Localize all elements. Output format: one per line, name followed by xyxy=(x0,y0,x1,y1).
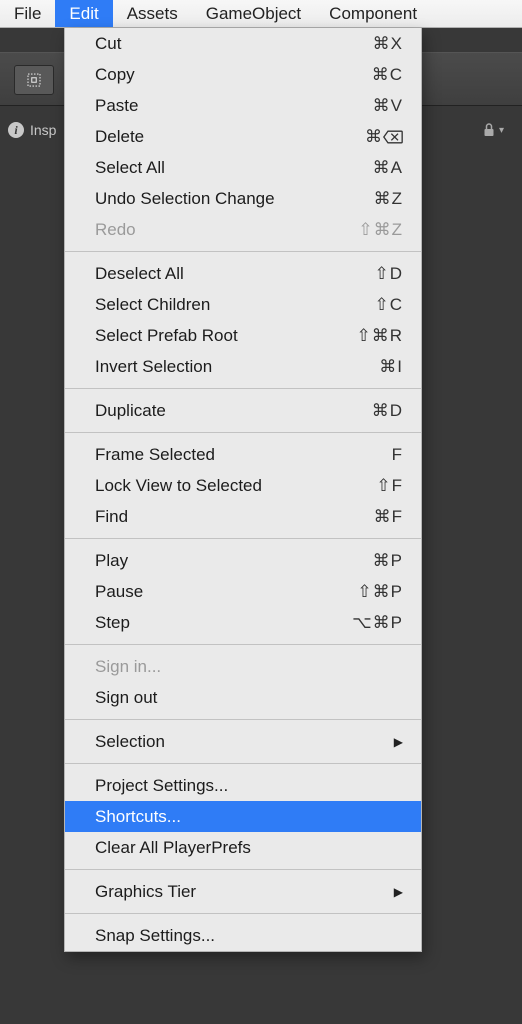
menubar-item-assets[interactable]: Assets xyxy=(113,0,192,27)
menu-item-label: Paste xyxy=(95,96,373,116)
menu-item-label: Select Prefab Root xyxy=(95,326,356,346)
menu-item-label: Find xyxy=(95,507,374,527)
menubar-item-edit[interactable]: Edit xyxy=(55,0,112,27)
menu-item-label: Copy xyxy=(95,65,372,85)
menu-item-select-prefab-root[interactable]: Select Prefab Root⇧⌘R xyxy=(65,320,421,351)
menu-item-label: Project Settings... xyxy=(95,776,403,796)
menu-item-snap-settings[interactable]: Snap Settings... xyxy=(65,920,421,951)
menu-separator xyxy=(65,538,421,539)
menu-item-frame-selected[interactable]: Frame SelectedF xyxy=(65,439,421,470)
menu-item-invert-selection[interactable]: Invert Selection⌘I xyxy=(65,351,421,382)
menu-item-project-settings[interactable]: Project Settings... xyxy=(65,770,421,801)
menu-shortcut: ⌘ xyxy=(365,127,403,147)
menu-item-label: Play xyxy=(95,551,373,571)
menu-shortcut: ⌘F xyxy=(374,507,403,527)
menu-separator xyxy=(65,251,421,252)
menu-item-label: Pause xyxy=(95,582,357,602)
menu-item-deselect-all[interactable]: Deselect All⇧D xyxy=(65,258,421,289)
menu-item-copy[interactable]: Copy⌘C xyxy=(65,59,421,90)
menu-separator xyxy=(65,432,421,433)
submenu-arrow-icon: ▶ xyxy=(394,885,403,899)
lock-icon xyxy=(483,123,495,137)
menu-separator xyxy=(65,719,421,720)
menu-item-redo: Redo⇧⌘Z xyxy=(65,214,421,245)
menu-item-step[interactable]: Step⌥⌘P xyxy=(65,607,421,638)
menu-item-label: Snap Settings... xyxy=(95,926,403,946)
menu-shortcut: ⌥⌘P xyxy=(352,613,403,633)
menu-separator xyxy=(65,913,421,914)
menu-item-sign-out[interactable]: Sign out xyxy=(65,682,421,713)
menu-item-sign-in: Sign in... xyxy=(65,651,421,682)
menu-item-label: Lock View to Selected xyxy=(95,476,376,496)
menu-separator xyxy=(65,388,421,389)
menu-item-select-children[interactable]: Select Children⇧C xyxy=(65,289,421,320)
menu-shortcut: ⇧F xyxy=(376,476,403,496)
menu-item-duplicate[interactable]: Duplicate⌘D xyxy=(65,395,421,426)
menu-shortcut: ⌘A xyxy=(373,158,403,178)
move-tool-button[interactable] xyxy=(14,65,54,95)
submenu-arrow-icon: ▶ xyxy=(394,735,403,749)
menu-shortcut: ⌘Z xyxy=(374,189,403,209)
menu-item-label: Sign out xyxy=(95,688,403,708)
menu-item-label: Select All xyxy=(95,158,373,178)
menu-shortcut: ⌘C xyxy=(372,65,403,85)
menu-item-label: Frame Selected xyxy=(95,445,392,465)
menubar-item-file[interactable]: File xyxy=(0,0,55,27)
menu-item-cut[interactable]: Cut⌘X xyxy=(65,28,421,59)
menu-separator xyxy=(65,644,421,645)
menu-item-label: Delete xyxy=(95,127,365,147)
menubar-item-gameobject[interactable]: GameObject xyxy=(192,0,315,27)
menu-item-clear-all-playerprefs[interactable]: Clear All PlayerPrefs xyxy=(65,832,421,863)
menu-item-label: Step xyxy=(95,613,352,633)
menu-shortcut: ⇧⌘P xyxy=(357,582,403,602)
menu-item-label: Undo Selection Change xyxy=(95,189,374,209)
menu-item-paste[interactable]: Paste⌘V xyxy=(65,90,421,121)
menu-item-undo-selection-change[interactable]: Undo Selection Change⌘Z xyxy=(65,183,421,214)
menu-shortcut: ⌘P xyxy=(373,551,403,571)
menu-item-delete[interactable]: Delete⌘ xyxy=(65,121,421,152)
menu-item-label: Selection xyxy=(95,732,394,752)
menu-separator xyxy=(65,763,421,764)
menu-shortcut: ⇧C xyxy=(374,295,403,315)
menu-item-label: Duplicate xyxy=(95,401,372,421)
menu-item-select-all[interactable]: Select All⌘A xyxy=(65,152,421,183)
menu-item-label: Invert Selection xyxy=(95,357,379,377)
menu-item-label: Sign in... xyxy=(95,657,403,677)
menu-item-label: Graphics Tier xyxy=(95,882,394,902)
menu-shortcut: ⌘D xyxy=(372,401,403,421)
menu-item-lock-view-to-selected[interactable]: Lock View to Selected⇧F xyxy=(65,470,421,501)
delete-key-icon xyxy=(383,127,403,146)
menubar: File Edit Assets GameObject Component xyxy=(0,0,522,28)
chevron-down-icon: ▾ xyxy=(499,125,504,136)
menubar-item-component[interactable]: Component xyxy=(315,0,431,27)
menu-shortcut: F xyxy=(392,445,403,465)
menu-shortcut: ⌘V xyxy=(373,96,403,116)
move-tool-icon xyxy=(25,71,43,89)
menu-item-label: Shortcuts... xyxy=(95,807,403,827)
menu-item-graphics-tier[interactable]: Graphics Tier▶ xyxy=(65,876,421,907)
info-icon: i xyxy=(8,122,24,138)
menu-shortcut: ⌘I xyxy=(379,357,403,377)
inspector-lock-area[interactable]: ▾ xyxy=(483,116,504,144)
menu-item-play[interactable]: Play⌘P xyxy=(65,545,421,576)
inspector-label[interactable]: Insp xyxy=(30,122,56,138)
menu-item-shortcuts[interactable]: Shortcuts... xyxy=(65,801,421,832)
menu-separator xyxy=(65,869,421,870)
menu-item-label: Redo xyxy=(95,220,358,240)
menu-shortcut: ⇧⌘R xyxy=(356,326,403,346)
menu-item-find[interactable]: Find⌘F xyxy=(65,501,421,532)
menu-item-label: Select Children xyxy=(95,295,374,315)
menu-shortcut: ⇧D xyxy=(374,264,403,284)
menu-item-label: Cut xyxy=(95,34,373,54)
edit-menu-dropdown: Cut⌘XCopy⌘CPaste⌘VDelete⌘Select All⌘AUnd… xyxy=(64,28,422,952)
menu-shortcut: ⌘X xyxy=(373,34,403,54)
menu-item-label: Deselect All xyxy=(95,264,374,284)
menu-item-pause[interactable]: Pause⇧⌘P xyxy=(65,576,421,607)
menu-shortcut: ⇧⌘Z xyxy=(358,220,403,240)
menu-item-label: Clear All PlayerPrefs xyxy=(95,838,403,858)
menu-item-selection[interactable]: Selection▶ xyxy=(65,726,421,757)
